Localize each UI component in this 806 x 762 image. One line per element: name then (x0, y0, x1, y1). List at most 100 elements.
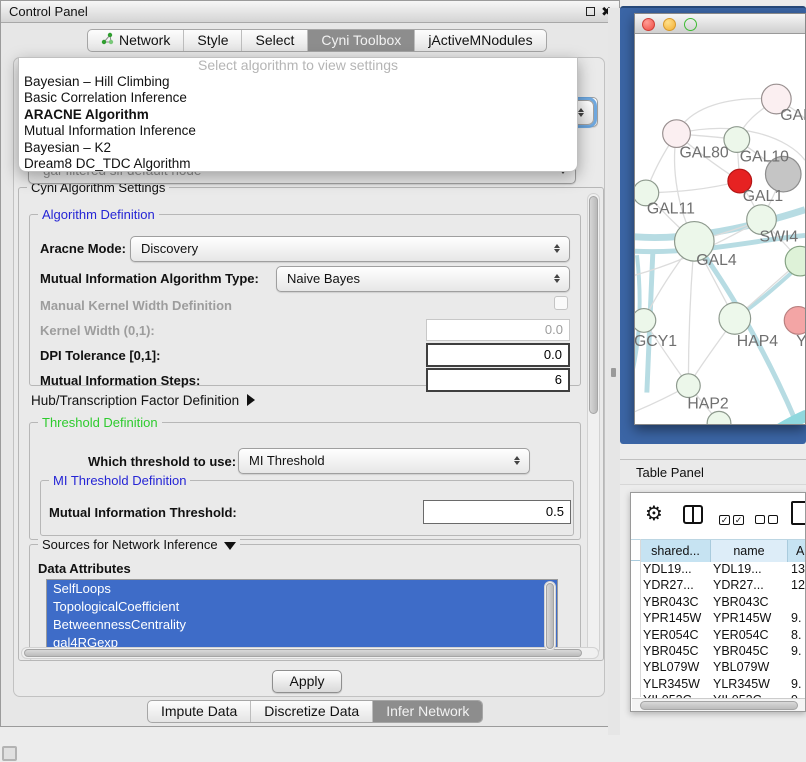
tab-discretize-data[interactable]: Discretize Data (250, 701, 372, 722)
mi-threshold-field[interactable]: 0.5 (423, 500, 571, 524)
table-row[interactable]: YBR043CYBR043C (631, 594, 806, 610)
screenshot-root: Control Panel ✖ NetworkStyleSelectCyni T… (0, 0, 806, 762)
manual-kernel-width-label: Manual Kernel Width Definition (40, 298, 232, 313)
column-header-shared-name[interactable]: shared... (641, 540, 711, 562)
hub-definition-label: Hub/Transcription Factor Definition (31, 393, 239, 408)
popup-item-list: Bayesian – Hill ClimbingBasic Correlatio… (19, 74, 577, 172)
settings-scrollbar-thumb[interactable] (589, 196, 598, 414)
attributes-list-scrollbar-thumb[interactable] (546, 583, 554, 649)
attribute-item-selfloops[interactable]: SelfLoops (47, 580, 557, 598)
mi-steps-field[interactable]: 6 (426, 368, 570, 392)
table-cell: YBL079W (643, 659, 699, 675)
algorithm-option-basic-correlation-inference[interactable]: Basic Correlation Inference (19, 90, 577, 106)
table-row[interactable]: YPR145WYPR145W9. (631, 610, 806, 626)
sources-group-title[interactable]: Sources for Network Inference (38, 537, 240, 552)
tab-impute-data[interactable]: Impute Data (148, 701, 250, 722)
tab-select[interactable]: Select (241, 30, 307, 51)
float-window-icon[interactable] (586, 7, 595, 16)
settings-scrollbar[interactable] (587, 193, 600, 655)
minimize-button[interactable] (663, 18, 676, 31)
network-icon (101, 30, 114, 51)
kernel-width-field[interactable]: 0.0 (426, 319, 570, 341)
tab-style[interactable]: Style (183, 30, 241, 51)
table-cell: YBR045C (643, 643, 699, 659)
node-label-gal1: GAL1 (743, 188, 784, 205)
algorithm-option-dream8-dc-tdc-algorithm[interactable]: Dream8 DC_TDC Algorithm (19, 156, 577, 172)
algorithm-option-bayesian-hill-climbing[interactable]: Bayesian – Hill Climbing (19, 74, 577, 90)
tab-jactivemnodules[interactable]: jActiveMNodules (414, 30, 545, 51)
column-header-partial[interactable]: A (788, 540, 806, 562)
divider-handle[interactable] (611, 368, 616, 377)
dpi-tolerance-field[interactable]: 0.0 (426, 343, 570, 367)
table-panel-window: ⚙ ✓✓ shared... name A YDL19...YDL19...13… (630, 492, 806, 712)
table-row[interactable]: YDL19...YDL19...13 (631, 561, 806, 577)
network-node-gal80[interactable] (663, 120, 691, 148)
table-cell: YBR043C (713, 594, 769, 610)
control-panel-title: Control Panel (9, 4, 88, 19)
table-header-row: shared... name A (631, 539, 806, 561)
algorithm-option-mutual-information-inference[interactable]: Mutual Information Inference (19, 123, 577, 139)
table-cell: YDR27... (713, 577, 764, 593)
tab-label: Impute Data (161, 701, 237, 722)
attribute-item-betweennesscentrality[interactable]: BetweennessCentrality (47, 616, 557, 634)
tab-label: Network (119, 30, 170, 51)
algorithm-definition-group: Algorithm Definition Aracne Mode: Discov… (29, 214, 581, 386)
table-hscrollbar[interactable] (632, 698, 805, 711)
attributes-list-scrollbar[interactable] (544, 581, 556, 651)
tab-network[interactable]: Network (88, 30, 183, 51)
table-cell: 9. (791, 643, 801, 659)
node-label-hap2: HAP2 (687, 395, 728, 412)
bottom-tab-bar: Impute Data Discretize Data Infer Network (147, 700, 483, 723)
algorithm-option-aracne-algorithm[interactable]: ARACNE Algorithm (19, 107, 577, 123)
tab-cyni-toolbox[interactable]: Cyni Toolbox (307, 30, 414, 51)
spinner-arrows-icon (512, 455, 521, 466)
table-cell: 9. (791, 676, 801, 692)
node-label-gal4: GAL4 (696, 252, 737, 269)
dpi-tolerance-label: DPI Tolerance [0,1]: (40, 348, 160, 363)
hide-columns-icon[interactable] (755, 511, 781, 529)
data-attributes-label: Data Attributes (38, 561, 131, 576)
table-row[interactable]: YBL079WYBL079W (631, 659, 806, 675)
data-attributes-list[interactable]: SelfLoopsTopologicalCoefficientBetweenne… (46, 579, 558, 651)
attribute-item-topologicalcoefficient[interactable]: TopologicalCoefficient (47, 598, 557, 616)
tab-label: Discretize Data (264, 701, 359, 722)
expander-expanded-icon (224, 542, 236, 550)
network-node-hap2[interactable] (677, 374, 701, 398)
apply-button[interactable]: Apply (272, 670, 342, 693)
table-body[interactable]: YDL19...YDL19...13YDR27...YDR27...12YBR0… (631, 561, 806, 698)
aracne-mode-value: Discovery (141, 241, 198, 256)
table-hscrollbar-thumb[interactable] (640, 701, 798, 710)
table-row[interactable]: YBR045CYBR045C9. (631, 643, 806, 659)
split-panel-icon[interactable] (683, 505, 703, 524)
panel-split-divider[interactable] (608, 8, 620, 735)
which-threshold-select[interactable]: MI Threshold (238, 448, 530, 474)
aracne-mode-select[interactable]: Discovery (130, 236, 570, 262)
network-canvas[interactable]: GALGAL80GAL10GAL1GAL11SWI4GAL4GCY1HAP4YH… (635, 34, 805, 424)
show-selected-columns-icon[interactable]: ✓✓ (719, 510, 747, 528)
table-row[interactable]: YDR27...YDR27...12 (631, 577, 806, 593)
close-button[interactable] (642, 18, 655, 31)
table-cell: YLR345W (713, 676, 770, 692)
settings-hscrollbar[interactable] (21, 647, 599, 659)
checked-box-icon: ✓ (733, 515, 744, 525)
zoom-button[interactable] (684, 18, 697, 31)
tab-infer-network[interactable]: Infer Network (372, 701, 482, 722)
manual-kernel-width-checkbox[interactable] (554, 296, 568, 310)
network-node-gcy1[interactable] (635, 309, 656, 333)
hub-definition-expander[interactable]: Hub/Transcription Factor Definition (31, 393, 255, 408)
table-cell: YDL19... (713, 561, 762, 577)
network-node-y[interactable] (784, 307, 805, 335)
sources-group: Sources for Network Inference Data Attri… (29, 544, 581, 660)
mi-threshold-label: Mutual Information Threshold: (49, 505, 237, 520)
table-cell: 8. (791, 627, 801, 643)
table-settings-gear-icon[interactable]: ⚙ (645, 504, 663, 524)
mi-algorithm-type-select[interactable]: Naive Bayes (276, 266, 570, 292)
network-node-hap4[interactable] (719, 303, 751, 335)
table-row[interactable]: YLR345WYLR345W9. (631, 676, 806, 692)
table-row[interactable]: YER054CYER054C8. (631, 627, 806, 643)
column-header-name[interactable]: name (711, 540, 788, 562)
algorithm-option-bayesian-k2[interactable]: Bayesian – K2 (19, 140, 577, 156)
export-table-icon[interactable] (791, 501, 806, 525)
settings-hscrollbar-thumb[interactable] (24, 649, 582, 657)
collapsed-panel-icon[interactable] (2, 746, 17, 761)
